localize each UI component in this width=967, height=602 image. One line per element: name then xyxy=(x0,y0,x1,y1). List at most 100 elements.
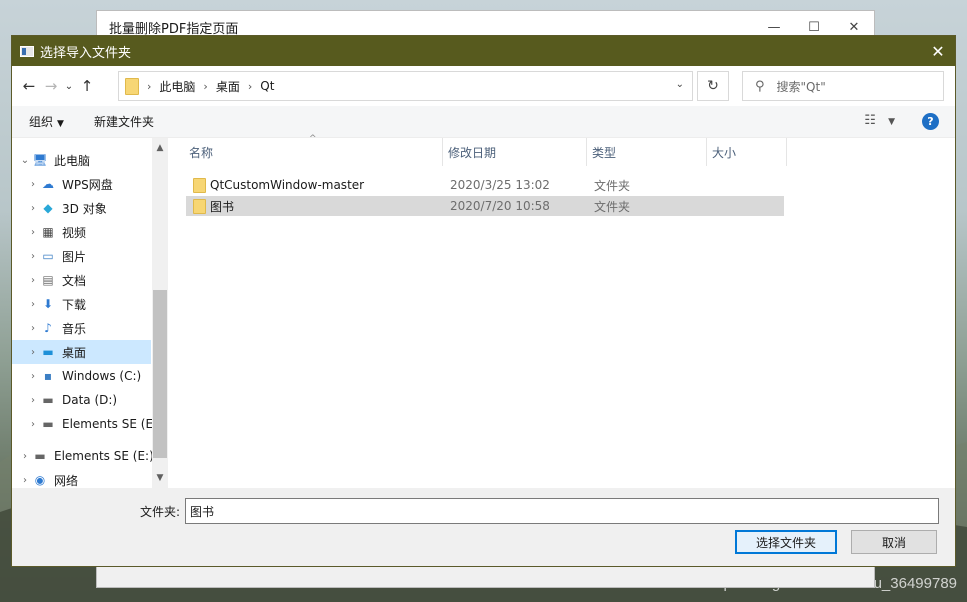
dialog-app-icon xyxy=(20,45,34,57)
sidebar-item-label: 文档 xyxy=(62,273,87,288)
drive-icon: ▬ xyxy=(42,417,54,431)
sidebar-item-label: Data (D:) xyxy=(62,393,118,407)
column-header-row: ^ 名称 修改日期 类型 大小 xyxy=(184,134,955,172)
back-arrow-icon[interactable]: ← xyxy=(18,74,40,98)
file-row[interactable]: 图书 2020/7/20 10:58 文件夹 xyxy=(186,196,784,216)
recent-locations-chevron-icon[interactable]: ⌄ xyxy=(62,74,76,98)
expand-chevron-right-icon[interactable]: › xyxy=(26,323,40,334)
column-header-name[interactable]: 名称 xyxy=(184,138,443,166)
sidebar-item[interactable]: › ▬ Elements SE (E xyxy=(12,412,167,436)
breadcrumb-separator-icon[interactable]: › xyxy=(203,80,207,93)
sidebar-item[interactable]: › ▭ 图片 xyxy=(12,244,167,268)
sidebar-item[interactable]: › ◆ 3D 对象 xyxy=(12,196,167,220)
folder-icon xyxy=(125,77,139,95)
help-icon[interactable]: ? xyxy=(922,113,939,130)
expand-chevron-right-icon[interactable]: › xyxy=(26,179,40,190)
sidebar-item[interactable]: › ☁ WPS网盘 xyxy=(12,172,167,196)
folder-picker-dialog: 选择导入文件夹 ✕ ← → ⌄ ↑ › 此电脑 › 桌面 › Qt ⌄ ↻ ⚲ … xyxy=(11,35,956,567)
background-window-title: 批量删除PDF指定页面 xyxy=(109,21,239,37)
expand-chevron-right-icon[interactable]: › xyxy=(26,299,40,310)
sidebar-item[interactable]: › ▪ Windows (C:) xyxy=(12,364,167,388)
expand-chevron-right-icon[interactable]: › xyxy=(26,227,40,238)
sidebar-item-label: 3D 对象 xyxy=(62,201,107,216)
file-type: 文件夹 xyxy=(594,199,631,214)
sidebar-item-label: 桌面 xyxy=(62,345,87,360)
sidebar-item-label: Windows (C:) xyxy=(62,369,142,383)
folder-field-label: 文件夹: xyxy=(140,505,181,519)
file-date: 2020/3/25 13:02 xyxy=(450,178,550,192)
column-header-size[interactable]: 大小 xyxy=(707,138,787,166)
expand-chevron-right-icon[interactable]: › xyxy=(26,371,40,382)
dialog-footer: 文件夹: 图书 选择文件夹 取消 xyxy=(12,488,955,566)
file-name: 图书 xyxy=(210,199,235,214)
select-folder-button[interactable]: 选择文件夹 xyxy=(735,530,837,554)
refresh-icon[interactable]: ↻ xyxy=(697,71,729,101)
organize-menu-button[interactable]: 组织 ▼ xyxy=(29,113,64,130)
document-icon: ▤ xyxy=(42,273,54,287)
dialog-close-button[interactable]: ✕ xyxy=(921,36,955,66)
scroll-up-arrow-icon[interactable]: ▲ xyxy=(152,140,168,156)
desktop-icon: ▬ xyxy=(42,345,54,359)
picture-icon: ▭ xyxy=(42,249,54,263)
sidebar-item[interactable]: › ▬ 桌面 xyxy=(12,340,151,364)
network-icon: ◉ xyxy=(34,473,46,487)
drive-icon: ▬ xyxy=(34,449,46,463)
system-drive-icon: ▪ xyxy=(43,369,53,383)
breadcrumb-desktop[interactable]: 桌面 xyxy=(216,78,240,95)
expand-chevron-right-icon[interactable]: › xyxy=(26,347,40,358)
navigation-scrollbar[interactable]: ▲ ▼ xyxy=(152,138,168,488)
new-folder-button[interactable]: 新建文件夹 xyxy=(94,113,154,130)
sidebar-item[interactable]: ⌄ 🖥 此电脑 xyxy=(12,148,167,172)
sidebar-item[interactable]: › ▤ 文档 xyxy=(12,268,167,292)
view-options-icon[interactable]: ☷ ▼ xyxy=(864,113,895,128)
computer-icon: 🖥 xyxy=(32,153,48,167)
scroll-down-arrow-icon[interactable]: ▼ xyxy=(152,470,168,486)
command-bar: 组织 ▼ 新建文件夹 ☷ ▼ ? xyxy=(12,106,955,138)
browser-body: ⌄ 🖥 此电脑 › ☁ WPS网盘 › ◆ 3D 对象 › ▦ 视频 › ▭ 图片 › ▤ 文档 › ⬇ 下载 › ♪ 音乐 ›… xyxy=(12,134,955,488)
breadcrumb-this-pc[interactable]: 此电脑 xyxy=(159,78,195,95)
navigation-pane: ⌄ 🖥 此电脑 › ☁ WPS网盘 › ◆ 3D 对象 › ▦ 视频 › ▭ 图片 › ▤ 文档 › ⬇ 下载 › ♪ 音乐 ›… xyxy=(12,138,167,488)
scrollbar-thumb[interactable] xyxy=(153,290,167,458)
file-list: ^ 名称 修改日期 类型 大小 QtCustomWindow-master 20… xyxy=(184,134,955,488)
column-header-type[interactable]: 类型 xyxy=(587,138,707,166)
search-input[interactable]: ⚲ 搜索"Qt" xyxy=(742,71,944,101)
address-dropdown-chevron-icon[interactable]: ⌄ xyxy=(676,79,684,90)
expand-chevron-down-icon[interactable]: ⌄ xyxy=(18,155,32,166)
address-bar[interactable]: › 此电脑 › 桌面 › Qt ⌄ xyxy=(118,71,693,101)
file-row[interactable]: QtCustomWindow-master 2020/3/25 13:02 文件… xyxy=(186,175,784,195)
expand-chevron-right-icon[interactable]: › xyxy=(26,203,40,214)
expand-chevron-right-icon[interactable]: › xyxy=(18,475,32,486)
folder-name-input[interactable]: 图书 xyxy=(185,498,939,524)
sidebar-item-label: Elements SE (E xyxy=(62,417,154,431)
search-icon: ⚲ xyxy=(755,78,765,94)
sidebar-item[interactable]: › ▬ Elements SE (E:) xyxy=(12,444,167,468)
breadcrumb-qt[interactable]: Qt xyxy=(260,79,274,93)
sidebar-item[interactable]: › ♪ 音乐 xyxy=(12,316,167,340)
organize-label: 组织 xyxy=(29,115,54,129)
expand-chevron-right-icon[interactable]: › xyxy=(26,251,40,262)
sidebar-item[interactable]: › ⬇ 下载 xyxy=(12,292,167,316)
sidebar-item-label: 视频 xyxy=(62,225,87,240)
column-header-date[interactable]: 修改日期 xyxy=(443,138,587,166)
cancel-button[interactable]: 取消 xyxy=(851,530,937,554)
breadcrumb-separator-icon[interactable]: › xyxy=(248,80,252,93)
drive-icon: ▬ xyxy=(42,393,54,407)
file-type: 文件夹 xyxy=(594,178,631,193)
sidebar-item-label: 音乐 xyxy=(62,321,87,336)
expand-chevron-right-icon[interactable]: › xyxy=(26,275,40,286)
up-arrow-icon[interactable]: ↑ xyxy=(76,74,98,98)
video-icon: ▦ xyxy=(42,225,54,239)
expand-chevron-right-icon[interactable]: › xyxy=(26,395,40,406)
sidebar-item-label: 图片 xyxy=(62,249,87,264)
sidebar-item-label: 此电脑 xyxy=(54,153,91,168)
breadcrumb-separator-icon[interactable]: › xyxy=(147,80,151,93)
search-placeholder: 搜索"Qt" xyxy=(776,79,826,94)
folder-icon xyxy=(193,178,206,193)
expand-chevron-right-icon[interactable]: › xyxy=(26,419,40,430)
sidebar-item[interactable]: › ▬ Data (D:) xyxy=(12,388,167,412)
forward-arrow-icon[interactable]: → xyxy=(40,74,62,98)
sidebar-item-label: 网络 xyxy=(54,473,79,488)
expand-chevron-right-icon[interactable]: › xyxy=(18,451,32,462)
sidebar-item[interactable]: › ◉ 网络 xyxy=(12,468,167,488)
sidebar-item[interactable]: › ▦ 视频 xyxy=(12,220,167,244)
